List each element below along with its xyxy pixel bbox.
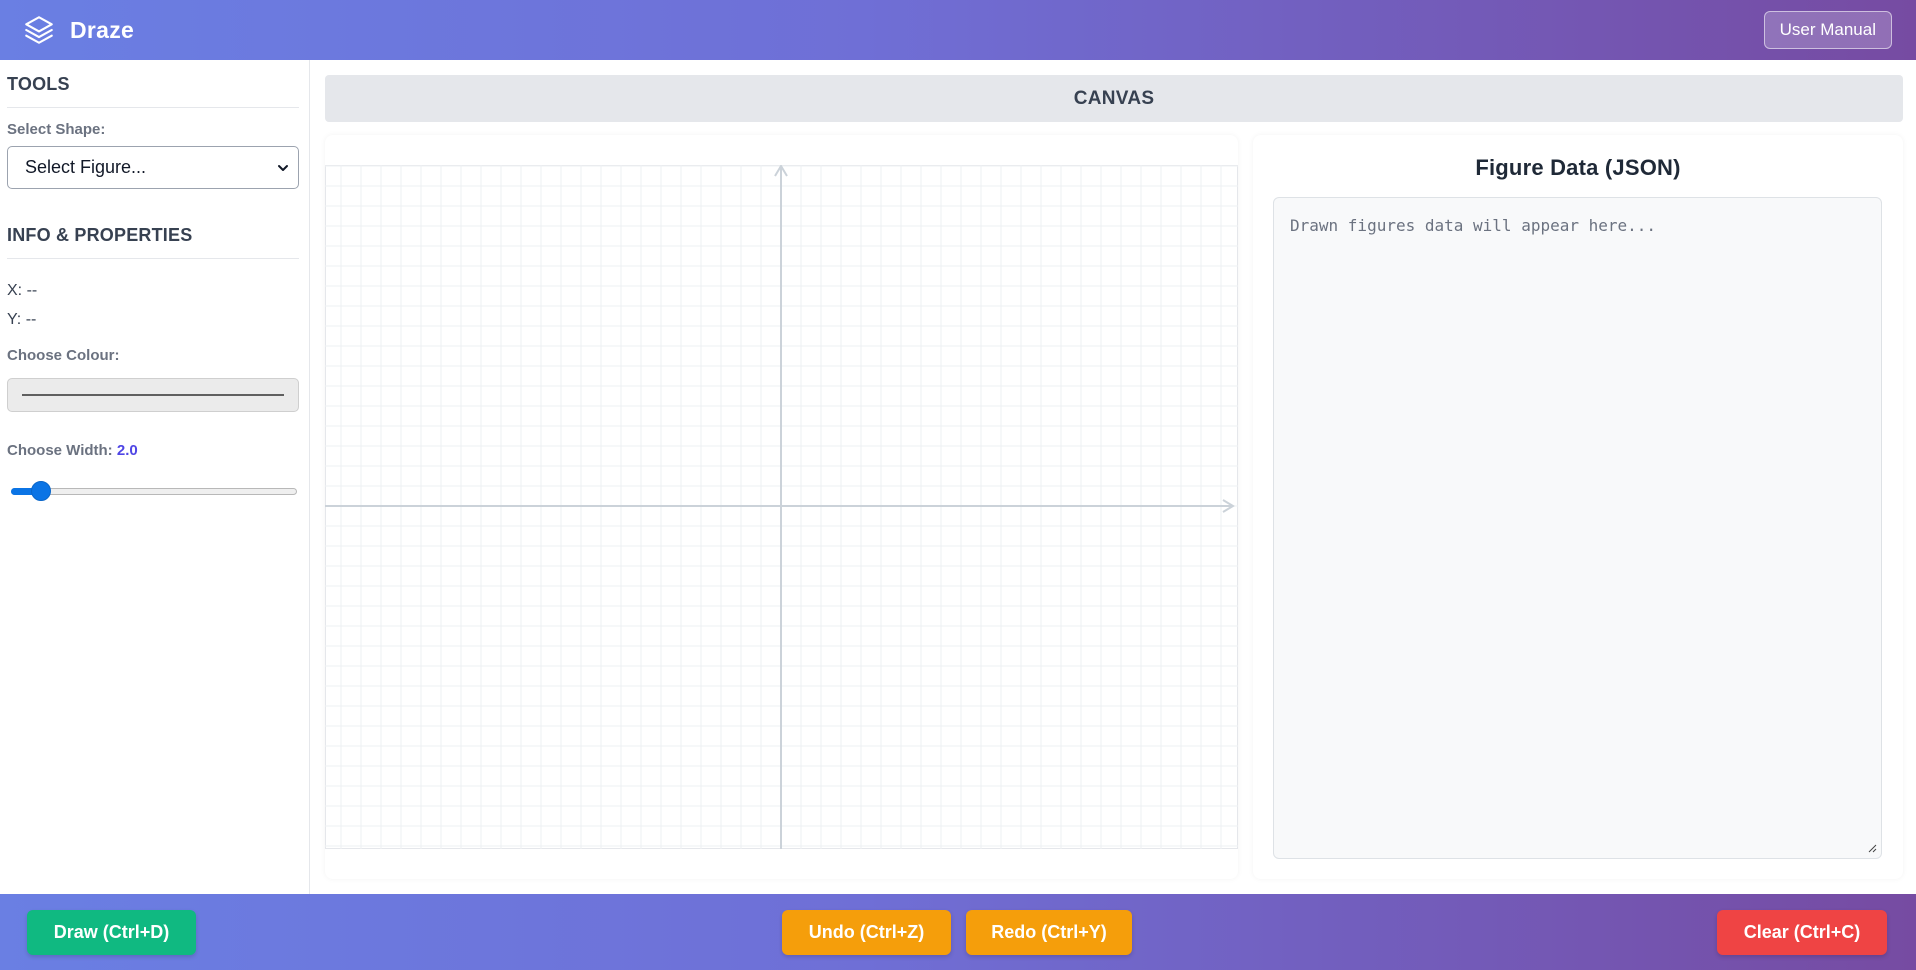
sidebar: TOOLS Select Shape: Select Figure... INF… (0, 60, 310, 894)
json-panel: Figure Data (JSON) (1253, 135, 1903, 879)
undo-button[interactable]: Undo (Ctrl+Z) (782, 910, 951, 955)
slider-track (11, 488, 297, 495)
canvas-panel (325, 135, 1238, 879)
draw-button[interactable]: Draw (Ctrl+D) (27, 910, 196, 955)
x-value: -- (26, 282, 38, 299)
choose-colour-label: Choose Colour: (7, 347, 120, 364)
json-title: Figure Data (JSON) (1475, 155, 1681, 180)
info-properties-title: INFO & PROPERTIES (7, 225, 299, 259)
resize-grip-icon[interactable] (1867, 843, 1877, 853)
width-label: Choose Width: (7, 442, 113, 459)
clear-button[interactable]: Clear (Ctrl+C) (1717, 910, 1887, 955)
chevron-down-icon (278, 164, 288, 171)
tools-title: TOOLS (7, 74, 299, 108)
action-bar: Draw (Ctrl+D) Undo (Ctrl+Z) Redo (Ctrl+Y… (0, 894, 1916, 970)
app-header: Draze User Manual (0, 0, 1916, 60)
slider-thumb[interactable] (31, 481, 52, 501)
user-manual-button[interactable]: User Manual (1763, 11, 1892, 49)
layers-icon (25, 16, 53, 44)
json-output[interactable] (1273, 197, 1882, 859)
y-value: -- (25, 311, 37, 328)
select-shape-label: Select Shape: (7, 121, 106, 138)
x-readout: X: -- (7, 276, 299, 305)
shape-select-value: Select Figure... (25, 157, 147, 177)
width-value: 2.0 (116, 442, 138, 459)
drawing-canvas[interactable] (325, 165, 1238, 849)
y-label: Y: (7, 311, 22, 328)
colour-swatch (22, 394, 284, 396)
y-readout: Y: -- (7, 305, 299, 334)
choose-width-label: Choose Width: 2.0 (7, 442, 299, 459)
colour-picker[interactable] (7, 378, 299, 412)
width-slider[interactable] (7, 479, 299, 503)
app-name: Draze (70, 16, 135, 43)
x-label: X: (7, 282, 23, 299)
brand[interactable]: Draze (22, 13, 134, 47)
shape-select[interactable]: Select Figure... (7, 146, 299, 189)
redo-button[interactable]: Redo (Ctrl+Y) (966, 910, 1132, 955)
canvas-title-bar: CANVAS (325, 75, 1903, 122)
canvas-title: CANVAS (1073, 87, 1155, 109)
